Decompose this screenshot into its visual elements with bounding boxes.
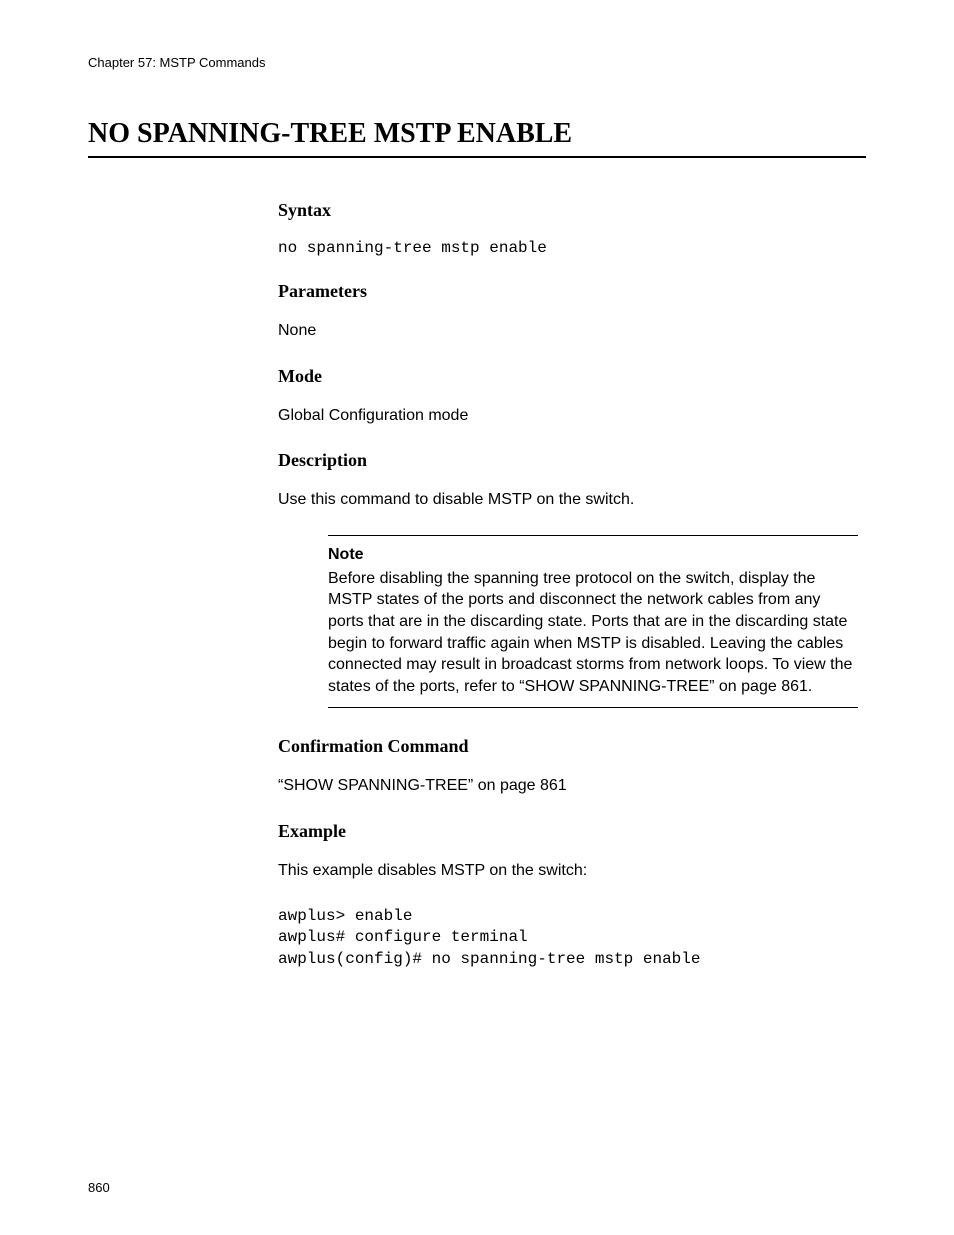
description-text: Use this command to disable MSTP on the … — [278, 489, 858, 511]
parameters-text: None — [278, 320, 858, 342]
example-code: awplus> enable awplus# configure termina… — [278, 906, 858, 971]
confirmation-heading: Confirmation Command — [278, 736, 858, 757]
page-number: 860 — [88, 1180, 110, 1195]
parameters-heading: Parameters — [278, 281, 858, 302]
chapter-header: Chapter 57: MSTP Commands — [88, 55, 866, 70]
page-container: Chapter 57: MSTP Commands NO SPANNING-TR… — [0, 0, 954, 1010]
mode-heading: Mode — [278, 366, 858, 387]
command-title: NO SPANNING-TREE MSTP ENABLE — [88, 118, 866, 158]
mode-text: Global Configuration mode — [278, 405, 858, 427]
description-heading: Description — [278, 450, 858, 471]
confirmation-text: “SHOW SPANNING-TREE” on page 861 — [278, 775, 858, 797]
note-label: Note — [328, 546, 858, 564]
syntax-code: no spanning-tree mstp enable — [278, 239, 858, 257]
note-body: Before disabling the spanning tree proto… — [328, 568, 858, 698]
syntax-heading: Syntax — [278, 200, 858, 221]
example-text: This example disables MSTP on the switch… — [278, 860, 858, 882]
example-heading: Example — [278, 821, 858, 842]
content-area: Syntax no spanning-tree mstp enable Para… — [278, 200, 858, 970]
note-block: Note Before disabling the spanning tree … — [328, 535, 858, 709]
